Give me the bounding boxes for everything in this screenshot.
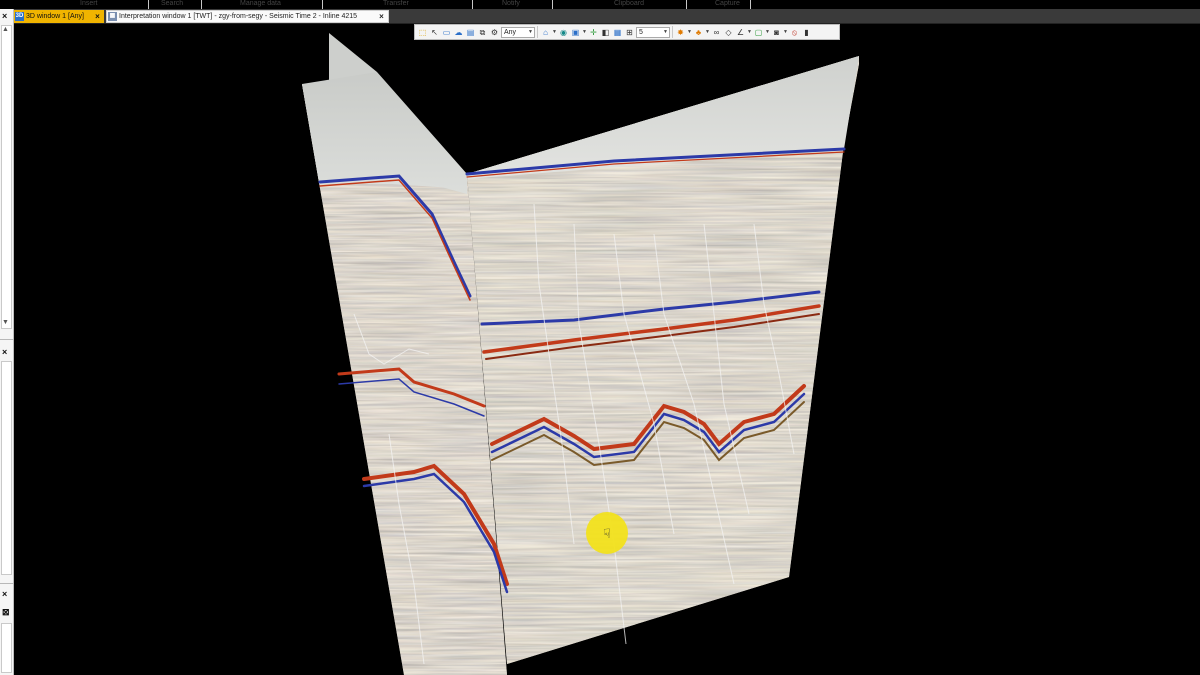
toolbar-separator <box>672 26 673 38</box>
angle-icon[interactable]: ∠ <box>735 27 746 38</box>
chevron-down-icon[interactable]: ▼ <box>582 27 587 38</box>
compass-icon[interactable]: ✛ <box>588 27 599 38</box>
chevron-down-icon[interactable]: ▼ <box>705 27 710 38</box>
home-view-icon[interactable]: ⌂ <box>540 27 551 38</box>
toolbar-separator <box>537 26 538 38</box>
scroll-up-icon[interactable]: ▲ <box>2 26 9 34</box>
dock-divider <box>0 583 14 584</box>
ribbon-group-labels: Insert Search Manage data Transfer Notif… <box>0 0 1200 9</box>
window-tab-strip: 3D 3D window 1 [Any] × ▦ Interpretation … <box>0 9 1200 24</box>
view-all-icon[interactable]: ▭ <box>441 27 452 38</box>
close-icon[interactable]: × <box>2 11 7 21</box>
3d-window-icon: 3D <box>15 12 24 21</box>
measure-icon[interactable]: ◇ <box>723 27 734 38</box>
dock-panel-top[interactable] <box>1 25 12 329</box>
ribbon-divider <box>750 0 751 9</box>
camera-view-icon[interactable]: ◧ <box>600 27 611 38</box>
scale-select-value: 5 <box>639 28 643 36</box>
light-icon[interactable]: ✸ <box>675 27 686 38</box>
left-dock-panel: × ▲ ▼ × × ⊠ <box>0 9 14 675</box>
tab-label: Interpretation window 1 [TWT] - zgy-from… <box>119 13 358 20</box>
frame-icon[interactable]: ▢ <box>753 27 764 38</box>
cloud-icon[interactable]: ☁ <box>453 27 464 38</box>
ribbon-group-clipboard[interactable]: Clipboard <box>614 0 644 8</box>
ribbon-group-insert[interactable]: Insert <box>80 0 98 8</box>
seismic-3d-scene[interactable]: ☟ <box>14 24 1200 675</box>
view-box-icon[interactable]: ▣ <box>570 27 581 38</box>
screenshot-icon[interactable]: ◙ <box>771 27 782 38</box>
chevron-down-icon[interactable]: ▼ <box>747 27 752 38</box>
pin-icon[interactable]: ⊠ <box>2 607 10 617</box>
settings-icon[interactable]: ⚙ <box>489 27 500 38</box>
ribbon-group-capture[interactable]: Capture <box>715 0 740 8</box>
chevron-down-icon[interactable]: ▼ <box>687 27 692 38</box>
chevron-down-icon[interactable]: ▼ <box>783 27 788 38</box>
chevron-down-icon[interactable]: ▼ <box>552 27 557 38</box>
microphone-icon[interactable]: ▮ <box>801 27 812 38</box>
globe-icon[interactable]: ◉ <box>558 27 569 38</box>
chevron-down-icon[interactable]: ▼ <box>765 27 770 38</box>
pointer-hand-cursor: ☟ <box>603 527 611 542</box>
dock-panel-bottom[interactable] <box>1 623 12 673</box>
tab-3d-window[interactable]: 3D 3D window 1 [Any] × <box>14 10 104 23</box>
close-icon[interactable]: × <box>2 589 7 599</box>
scale-select[interactable]: 5 ▼ <box>636 26 670 38</box>
3d-window-toolbar: ⬚ ↖ ▭ ☁ ▤ ⧉ ⚙ Any ▼ ⌂ ▼ ◉ ▣ ▼ ✛ ◧ ▦ ⊞ 5 ▼ … <box>414 24 840 40</box>
ribbon-divider <box>148 0 149 9</box>
ribbon-divider <box>472 0 473 9</box>
scroll-down-icon[interactable]: ▼ <box>2 319 9 327</box>
select-pick-icon[interactable]: ⬚ <box>417 27 428 38</box>
dock-divider <box>0 339 14 340</box>
copy-icon[interactable]: ⧉ <box>477 27 488 38</box>
layers-icon[interactable]: ▤ <box>465 27 476 38</box>
ribbon-group-search[interactable]: Search <box>161 0 183 8</box>
petrel-3d-window: Insert Insert Search Manage data Transfe… <box>0 0 1200 675</box>
record-icon[interactable]: ⦸ <box>789 27 800 38</box>
ribbon-group-transfer[interactable]: Transfer <box>383 0 409 8</box>
close-icon[interactable]: × <box>2 347 7 357</box>
domain-select[interactable]: Any ▼ <box>501 26 535 38</box>
domain-select-value: Any <box>504 28 517 36</box>
pointer-icon[interactable]: ↖ <box>429 27 440 38</box>
render-icon[interactable]: ♣ <box>693 27 704 38</box>
chevron-down-icon: ▼ <box>663 28 668 35</box>
tab-interpretation-window[interactable]: ▦ Interpretation window 1 [TWT] - zgy-fr… <box>106 10 389 23</box>
screen-icon[interactable]: ▦ <box>612 27 623 38</box>
cursor-highlight: ☟ <box>586 512 628 554</box>
ribbon-divider <box>201 0 202 9</box>
close-icon[interactable]: × <box>377 12 386 21</box>
dock-panel-middle[interactable] <box>1 361 12 575</box>
ribbon-divider <box>552 0 553 9</box>
tab-label: 3D window 1 [Any] <box>26 13 84 20</box>
link-icon[interactable]: ∞ <box>711 27 722 38</box>
crossline-edge <box>302 84 319 675</box>
ribbon-divider <box>686 0 687 9</box>
close-icon[interactable]: × <box>93 12 102 21</box>
ribbon-group-notify[interactable]: Notify <box>502 0 520 8</box>
interpretation-window-icon: ▦ <box>108 12 117 21</box>
ribbon-divider <box>322 0 323 9</box>
zoom-scale-icon[interactable]: ⊞ <box>624 27 635 38</box>
ribbon-group-manage-data[interactable]: Manage data <box>240 0 281 8</box>
chevron-down-icon: ▼ <box>528 28 533 35</box>
3d-viewport[interactable]: ☟ <box>14 24 1200 675</box>
